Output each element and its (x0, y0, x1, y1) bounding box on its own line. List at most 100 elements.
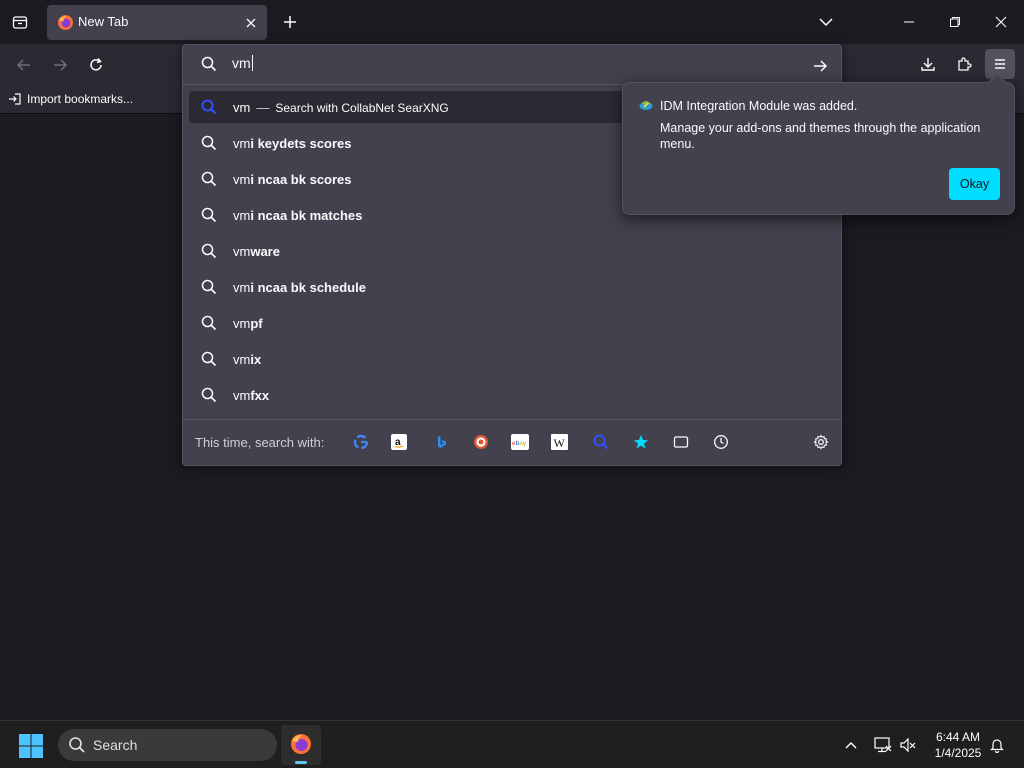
close-tab-button[interactable] (241, 13, 261, 33)
restore-button[interactable] (940, 7, 970, 37)
go-button[interactable] (809, 55, 831, 77)
bing-search-button[interactable] (431, 432, 451, 452)
windows-taskbar: Search 6:44 AM 1/4/2025 (0, 720, 1024, 768)
suggestion-text: vmfxx (233, 388, 269, 403)
ebay-icon: ebay (512, 440, 527, 447)
downloads-button[interactable] (913, 49, 943, 79)
urlbar-input-row: vm (183, 45, 841, 85)
firefox-icon (291, 734, 311, 754)
network-button[interactable] (872, 734, 894, 756)
tab-title: New Tab (78, 14, 129, 29)
okay-button[interactable]: Okay (949, 168, 1000, 200)
windows-logo-icon (19, 734, 43, 758)
network-icon (874, 737, 892, 753)
notifications-button[interactable] (986, 734, 1008, 756)
app-menu-button[interactable] (985, 49, 1015, 79)
plus-icon (284, 16, 296, 28)
suggestion-completion: ix (250, 351, 262, 367)
notification-body: Manage your add-ons and themes through t… (660, 121, 981, 151)
import-bookmarks-label: Import bookmarks... (27, 92, 134, 106)
one-off-search-buttons: This time, search with: a ebay W (183, 419, 841, 465)
amazon-search-button[interactable]: a (391, 434, 407, 450)
arrow-left-icon (16, 59, 30, 71)
notification-title: IDM Integration Module was added. (660, 99, 858, 113)
tabs-icon (673, 436, 689, 448)
taskbar-firefox-app[interactable] (281, 725, 321, 765)
suggestion-item[interactable]: vmfxx (189, 377, 835, 413)
search-settings-button[interactable] (811, 432, 831, 452)
search-icon (201, 56, 217, 72)
one-off-label: This time, search with: (195, 435, 325, 450)
search-icon (201, 207, 217, 223)
tabs-search-button[interactable] (671, 432, 691, 452)
list-all-tabs-button[interactable] (814, 10, 838, 34)
forward-button[interactable] (46, 51, 74, 79)
minimize-icon (904, 21, 914, 23)
suggestion-text: vmware (233, 244, 280, 259)
suggestion-text: vmi ncaa bk matches (233, 208, 362, 223)
ebay-search-button[interactable]: ebay (511, 434, 529, 450)
suggestion-typed: vm (233, 207, 251, 223)
urlbar-input[interactable]: vm (232, 55, 253, 71)
show-hidden-icons-button[interactable] (840, 734, 862, 756)
tab-new-tab[interactable]: New Tab (47, 5, 267, 40)
tab-strip: New Tab (0, 0, 1024, 44)
extensions-button[interactable] (949, 49, 979, 79)
duckduckgo-icon (474, 435, 488, 449)
suggestion-text: vmi ncaa bk scores (233, 172, 352, 187)
reload-button[interactable] (82, 51, 110, 79)
search-icon (201, 351, 217, 367)
arrow-right-icon (54, 59, 68, 71)
import-bookmarks-button[interactable]: Import bookmarks... (8, 89, 133, 109)
arrow-right-icon (814, 60, 828, 72)
search-icon (201, 315, 217, 331)
bookmarks-icon (634, 435, 648, 449)
history-search-button[interactable] (711, 432, 731, 452)
start-button[interactable] (18, 733, 44, 759)
close-icon (995, 16, 1007, 28)
download-icon (921, 58, 935, 71)
puzzle-icon (958, 57, 972, 71)
svg-text:ebay: ebay (512, 440, 527, 447)
reload-icon (90, 58, 102, 71)
suggestion-completion: i ncaa bk matches (250, 207, 363, 223)
gear-icon (813, 434, 829, 450)
search-icon (201, 243, 217, 259)
suggestion-completion: i ncaa bk scores (250, 171, 352, 187)
speaker-muted-icon (900, 737, 916, 753)
back-button[interactable] (10, 51, 38, 79)
suggestion-completion: ware (250, 243, 280, 259)
suggestion-item[interactable]: vmpf (189, 305, 835, 341)
clock-date: 1/4/2025 (934, 746, 982, 760)
suggestion-completion: fxx (250, 387, 270, 403)
searxng-icon (201, 99, 217, 115)
volume-button[interactable] (897, 734, 919, 756)
search-icon (201, 387, 217, 403)
suggestion-typed: vm (233, 243, 251, 259)
searxng-search-button[interactable] (591, 432, 611, 452)
bookmarks-search-button[interactable] (631, 432, 651, 452)
amazon-icon: a (394, 437, 404, 448)
google-search-button[interactable] (351, 432, 371, 452)
chevron-down-icon (819, 18, 833, 27)
new-tab-button[interactable] (277, 9, 303, 35)
suggestion-item[interactable]: vmix (189, 341, 835, 377)
wikipedia-icon: W (553, 436, 565, 448)
suggestion-typed: vm (233, 351, 251, 367)
firefox-view-button[interactable] (6, 8, 34, 36)
minimize-button[interactable] (894, 7, 924, 37)
clock-time: 6:44 AM (935, 730, 981, 744)
suggestion-completion: i keydets scores (250, 135, 352, 151)
close-window-button[interactable] (986, 7, 1016, 37)
taskbar-search-box[interactable]: Search (58, 729, 277, 761)
suggestion-item[interactable]: vmware (189, 233, 835, 269)
suggestion-typed: vm (233, 387, 251, 403)
suggestion-item[interactable]: vmi ncaa bk schedule (189, 269, 835, 305)
wikipedia-search-button[interactable]: W (551, 434, 568, 450)
idm-extension-icon (639, 101, 653, 110)
duckduckgo-search-button[interactable] (471, 432, 491, 452)
clock[interactable]: 6:44 AM 1/4/2025 (926, 729, 990, 761)
search-icon (201, 279, 217, 295)
svg-text:W: W (553, 436, 565, 448)
google-icon (353, 434, 369, 450)
